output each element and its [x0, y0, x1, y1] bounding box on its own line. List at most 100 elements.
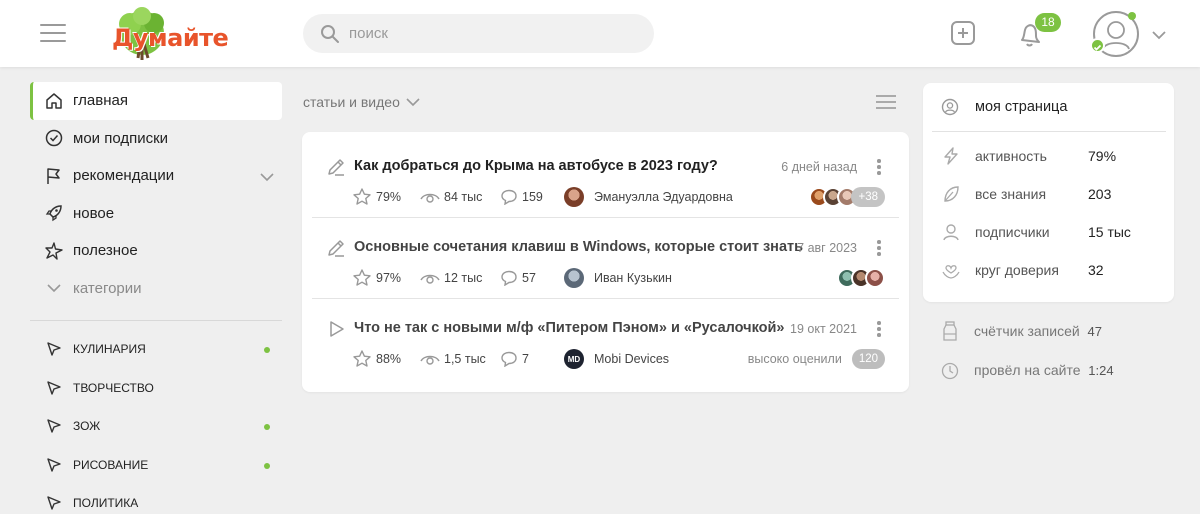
- post-readers[interactable]: +38: [809, 186, 885, 208]
- post-views: 12 тыс: [444, 271, 483, 285]
- comments-group[interactable]: 159: [500, 189, 564, 205]
- sidebar-item-new[interactable]: новое: [30, 195, 282, 233]
- online-status-dot: [1128, 12, 1136, 20]
- comments-group[interactable]: 7: [500, 351, 564, 367]
- post-title[interactable]: Основные сочетания клавиш в Windows, кот…: [354, 239, 803, 255]
- eye-icon: [420, 355, 440, 365]
- search-input[interactable]: [349, 14, 639, 53]
- post-more-menu[interactable]: [877, 159, 881, 175]
- author-avatar: MD: [564, 349, 584, 369]
- stat-label: счётчик записей 47: [974, 323, 1102, 339]
- sidebar-item-subscriptions[interactable]: мои подписки: [30, 120, 282, 158]
- post-author[interactable]: Иван Кузькин: [564, 268, 672, 288]
- rating-group[interactable]: 88%: [352, 349, 420, 369]
- post-date: 6 дней назад: [781, 160, 857, 174]
- views-group: 1,5 тыс: [420, 352, 500, 366]
- stat-time-on-site: провёл на сайте 1:24: [940, 359, 1170, 381]
- category-item-health[interactable]: ЗОЖ: [30, 407, 282, 446]
- post-readers[interactable]: [837, 267, 885, 289]
- chevron-down-icon: [44, 278, 64, 298]
- profile-row-knowledge[interactable]: все знания 203: [941, 182, 1161, 206]
- post-more-menu[interactable]: [877, 240, 881, 256]
- post-rating: 79%: [376, 190, 402, 204]
- sidebar-item-recommendations[interactable]: рекомендации: [30, 157, 282, 195]
- post-more-menu[interactable]: [877, 321, 881, 337]
- category-label: ТВОРЧЕСТВО: [73, 380, 154, 395]
- stat-label: провёл на сайте 1:24: [974, 362, 1114, 378]
- profile-row-label: активность: [975, 148, 1047, 164]
- sidebar-item-label: главная: [73, 92, 128, 110]
- profile-menu-chevron[interactable]: [1152, 27, 1166, 45]
- my-page-link[interactable]: моя страница: [941, 95, 1067, 119]
- feed-filter-label: статьи и видео: [303, 94, 400, 110]
- category-item-drawing[interactable]: РИСОВАНИЕ: [30, 446, 282, 485]
- post-comments: 57: [522, 271, 536, 285]
- category-item-politics[interactable]: ПОЛИТИКА: [30, 484, 282, 514]
- eye-icon: [420, 193, 440, 203]
- post-highly-rated[interactable]: высоко оценили 120: [748, 348, 885, 370]
- menu-icon[interactable]: [40, 23, 66, 43]
- post-comments: 159: [522, 190, 543, 204]
- sidebar-item-home[interactable]: главная: [30, 82, 282, 120]
- highly-rated-count: 120: [851, 349, 885, 369]
- check-circle-icon: [44, 128, 64, 148]
- reader-avatar: [865, 268, 885, 288]
- profile-row-value: 15 тыс: [1088, 224, 1131, 240]
- author-avatar: [564, 187, 584, 207]
- rating-group[interactable]: 79%: [352, 187, 420, 207]
- post-title[interactable]: Что не так с новыми м/ф «Питером Пэном» …: [354, 320, 784, 336]
- post-author[interactable]: Эмануэлла Эдуардовна: [564, 187, 733, 207]
- rating-group[interactable]: 97%: [352, 268, 420, 288]
- post-views: 1,5 тыс: [444, 352, 486, 366]
- profile-row-label: все знания: [975, 186, 1047, 202]
- search-icon: [321, 25, 339, 43]
- post-meta: 88% 1,5 тыс 7 MD Mobi Devices: [352, 348, 669, 370]
- stat-value: 1:24: [1088, 363, 1114, 378]
- chevron-down-icon[interactable]: [260, 169, 274, 187]
- user-circle-icon: [941, 98, 959, 116]
- category-item-creativity[interactable]: ТВОРЧЕСТВО: [30, 369, 282, 408]
- profile-row-value: 203: [1088, 186, 1112, 202]
- video-play-icon: [326, 319, 346, 344]
- stat-value: 47: [1087, 324, 1102, 339]
- site-logo[interactable]: Думайте: [102, 6, 236, 62]
- star-sparkle-icon: [44, 241, 64, 261]
- feed-filter-dropdown[interactable]: статьи и видео: [303, 94, 420, 110]
- comments-group[interactable]: 57: [500, 270, 564, 286]
- highly-rated-label: высоко оценили: [747, 352, 842, 366]
- author-name: Иван Кузькин: [594, 271, 672, 285]
- star-icon: [353, 188, 371, 205]
- new-content-dot: [264, 347, 270, 353]
- category-label: РИСОВАНИЕ: [73, 457, 149, 472]
- author-avatar: [564, 268, 584, 288]
- author-name: Эмануэлла Эдуардовна: [594, 190, 733, 204]
- sidebar-item-categories[interactable]: категории: [30, 270, 282, 308]
- views-group: 84 тыс: [420, 190, 500, 204]
- lightning-icon: [944, 147, 958, 165]
- post-title[interactable]: Как добраться до Крыма на автобусе в 202…: [354, 158, 718, 174]
- sidebar-item-label: полезное: [73, 242, 138, 260]
- profile-row-followers[interactable]: подписчики 15 тыс: [941, 220, 1161, 244]
- post-date: 19 окт 2021: [790, 322, 857, 336]
- plus-square-icon: [951, 21, 975, 45]
- post-views: 84 тыс: [444, 190, 483, 204]
- category-item-cooking[interactable]: КУЛИНАРИЯ: [30, 330, 282, 369]
- profile-row-trust-circle[interactable]: круг доверия 32: [941, 258, 1161, 282]
- add-post-button[interactable]: [950, 20, 976, 46]
- feed-post[interactable]: Как добраться до Крыма на автобусе в 202…: [312, 137, 899, 217]
- search-box[interactable]: [303, 14, 654, 53]
- leaf-icon: [944, 186, 959, 202]
- heart-hands-icon: [942, 265, 960, 279]
- cursor-icon: [44, 339, 64, 359]
- post-author[interactable]: MD Mobi Devices: [564, 349, 669, 369]
- profile-divider: [932, 131, 1166, 132]
- list-view-toggle[interactable]: [876, 95, 896, 111]
- profile-row-activity[interactable]: активность 79%: [941, 144, 1161, 168]
- profile-row-value: 32: [1088, 262, 1104, 278]
- feed-post[interactable]: Что не так с новыми м/ф «Питером Пэном» …: [312, 299, 899, 379]
- sidebar-item-useful[interactable]: полезное: [30, 232, 282, 270]
- chevron-down-icon: [1152, 31, 1166, 40]
- post-date: 7 авг 2023: [797, 241, 857, 255]
- views-group: 12 тыс: [420, 271, 500, 285]
- feed-post[interactable]: Основные сочетания клавиш в Windows, кот…: [312, 218, 899, 298]
